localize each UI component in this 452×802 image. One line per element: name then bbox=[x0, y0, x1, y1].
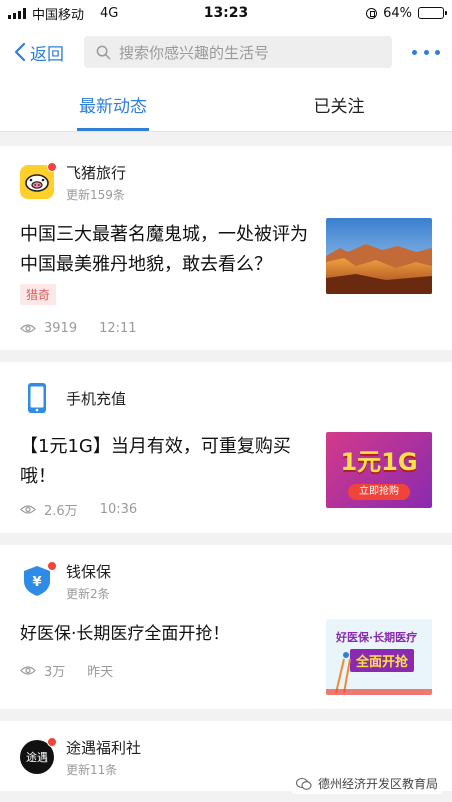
desert-landscape-image bbox=[326, 218, 432, 294]
more-menu-button[interactable] bbox=[412, 42, 440, 62]
battery-percent: 64% bbox=[383, 5, 412, 21]
phone-icon bbox=[28, 383, 46, 413]
avatar[interactable] bbox=[20, 162, 57, 199]
carrier-label: 中国移动 bbox=[32, 7, 85, 23]
wechat-watermark: 德州经济开发区教育局 bbox=[291, 773, 442, 794]
chevron-left-icon bbox=[14, 42, 26, 62]
feed-card[interactable]: 飞猪旅行 更新159条 中国三大最著名魔鬼城，一处被评为中国最美雅丹地貌，敢去看… bbox=[0, 146, 452, 350]
eye-icon bbox=[20, 505, 36, 514]
card-header-text: 途遇福利社 更新11条 bbox=[66, 737, 141, 778]
article-meta: 3万 昨天 bbox=[20, 661, 314, 680]
article-headline[interactable]: 中国三大最著名魔鬼城，一处被评为中国最美雅丹地貌，敢去看么？ bbox=[20, 220, 314, 280]
article-headline[interactable]: 好医保·长期医疗全面开抢！ bbox=[20, 619, 314, 649]
card-header-text: 飞猪旅行 更新159条 bbox=[66, 162, 126, 203]
account-name[interactable]: 途遇福利社 bbox=[66, 737, 141, 758]
feed-card[interactable]: ¥ 钱保保 更新2条 好医保·长期医疗全面开抢！ 3万 昨天 好医保·长期医疗 … bbox=[0, 545, 452, 709]
avatar[interactable] bbox=[20, 381, 54, 415]
account-name[interactable]: 钱保保 bbox=[66, 561, 111, 582]
battery-icon bbox=[418, 7, 447, 19]
card-content: 中国三大最著名魔鬼城，一处被评为中国最美雅丹地貌，敢去看么？ 猎奇 3919 1… bbox=[20, 220, 326, 336]
feed-list: 飞猪旅行 更新159条 中国三大最著名魔鬼城，一处被评为中国最美雅丹地貌，敢去看… bbox=[0, 146, 452, 791]
publish-time: 12:11 bbox=[99, 321, 137, 336]
watermark-text: 德州经济开发区教育局 bbox=[317, 777, 438, 791]
update-count: 更新2条 bbox=[66, 586, 110, 601]
avatar[interactable]: 途遇 bbox=[20, 737, 57, 774]
card-content: 好医保·长期医疗全面开抢！ 3万 昨天 bbox=[20, 619, 326, 695]
article-thumbnail[interactable]: 1元1G 立即抢购 bbox=[326, 432, 432, 508]
update-count: 更新159条 bbox=[66, 187, 125, 202]
eye-icon bbox=[20, 324, 36, 333]
promo-button: 立即抢购 bbox=[348, 484, 410, 500]
wechat-icon bbox=[295, 777, 312, 790]
status-left: 中国移动 4G bbox=[8, 4, 118, 23]
card-header: 飞猪旅行 更新159条 bbox=[20, 162, 432, 202]
article-headline[interactable]: 【1元1G】当月有效，可重复购买哦！ bbox=[20, 432, 314, 492]
card-header-text: 钱保保 更新2条 bbox=[66, 561, 111, 602]
account-name[interactable]: 飞猪旅行 bbox=[66, 162, 126, 183]
avatar[interactable]: ¥ bbox=[20, 561, 57, 598]
back-button[interactable]: 返回 bbox=[14, 40, 84, 65]
tab-bar: 最新动态 已关注 bbox=[0, 78, 452, 132]
ladder-figure-image bbox=[326, 652, 432, 695]
card-body: 中国三大最著名魔鬼城，一处被评为中国最美雅丹地貌，敢去看么？ 猎奇 3919 1… bbox=[20, 218, 432, 336]
article-meta: 3919 12:11 bbox=[20, 321, 314, 336]
card-header: 途遇 途遇福利社 更新11条 bbox=[20, 737, 432, 777]
article-thumbnail[interactable] bbox=[326, 218, 432, 294]
search-icon bbox=[96, 45, 111, 59]
back-label: 返回 bbox=[30, 44, 64, 65]
card-header: ¥ 钱保保 更新2条 bbox=[20, 561, 432, 601]
publish-time: 昨天 bbox=[87, 665, 114, 680]
unread-badge bbox=[47, 561, 57, 571]
svg-text:¥: ¥ bbox=[32, 575, 41, 590]
card-body: 好医保·长期医疗全面开抢！ 3万 昨天 好医保·长期医疗 全面开抢 bbox=[20, 619, 432, 695]
app-screen: 中国移动 4G 13:23 64% 返回 搜索你感兴趣的生活号 最新动态 已关注 bbox=[0, 0, 452, 802]
unread-badge bbox=[47, 162, 57, 172]
promo-title: 1元1G bbox=[340, 448, 418, 476]
publish-time: 10:36 bbox=[99, 502, 138, 517]
more-dot-icon bbox=[435, 49, 440, 55]
card-body: 【1元1G】当月有效，可重复购买哦！ 2.6万 10:36 1元1G 立即抢购 bbox=[20, 432, 432, 519]
eye-icon bbox=[20, 666, 36, 675]
rotation-lock-icon bbox=[366, 7, 378, 19]
status-right: 64% bbox=[366, 5, 447, 21]
card-header-text: 手机充值 bbox=[66, 388, 126, 409]
status-bar: 中国移动 4G 13:23 64% bbox=[0, 0, 452, 26]
article-thumbnail[interactable]: 好医保·长期医疗 全面开抢 bbox=[326, 619, 432, 695]
feed-card[interactable]: 手机充值 【1元1G】当月有效，可重复购买哦！ 2.6万 10:36 1元1G … bbox=[0, 362, 452, 533]
account-name[interactable]: 手机充值 bbox=[66, 388, 126, 409]
card-header: 手机充值 bbox=[20, 378, 432, 418]
nav-bar: 返回 搜索你感兴趣的生活号 bbox=[0, 26, 452, 78]
more-dot-icon bbox=[412, 49, 417, 55]
search-input[interactable]: 搜索你感兴趣的生活号 bbox=[84, 36, 392, 68]
signal-icon bbox=[8, 7, 26, 19]
unread-badge bbox=[47, 737, 57, 747]
view-count: 3万 bbox=[44, 665, 66, 680]
view-count: 3919 bbox=[44, 321, 78, 336]
card-content: 【1元1G】当月有效，可重复购买哦！ 2.6万 10:36 bbox=[20, 432, 326, 519]
tab-latest[interactable]: 最新动态 bbox=[0, 78, 226, 131]
tab-followed[interactable]: 已关注 bbox=[226, 78, 452, 131]
view-count: 2.6万 bbox=[44, 504, 78, 519]
update-count: 更新11条 bbox=[66, 762, 118, 777]
search-placeholder: 搜索你感兴趣的生活号 bbox=[119, 43, 270, 62]
category-tag: 猎奇 bbox=[20, 284, 57, 305]
more-dot-icon bbox=[423, 49, 429, 55]
network-label: 4G bbox=[100, 5, 119, 21]
article-meta: 2.6万 10:36 bbox=[20, 500, 314, 519]
avatar-text: 途遇 bbox=[26, 751, 48, 764]
